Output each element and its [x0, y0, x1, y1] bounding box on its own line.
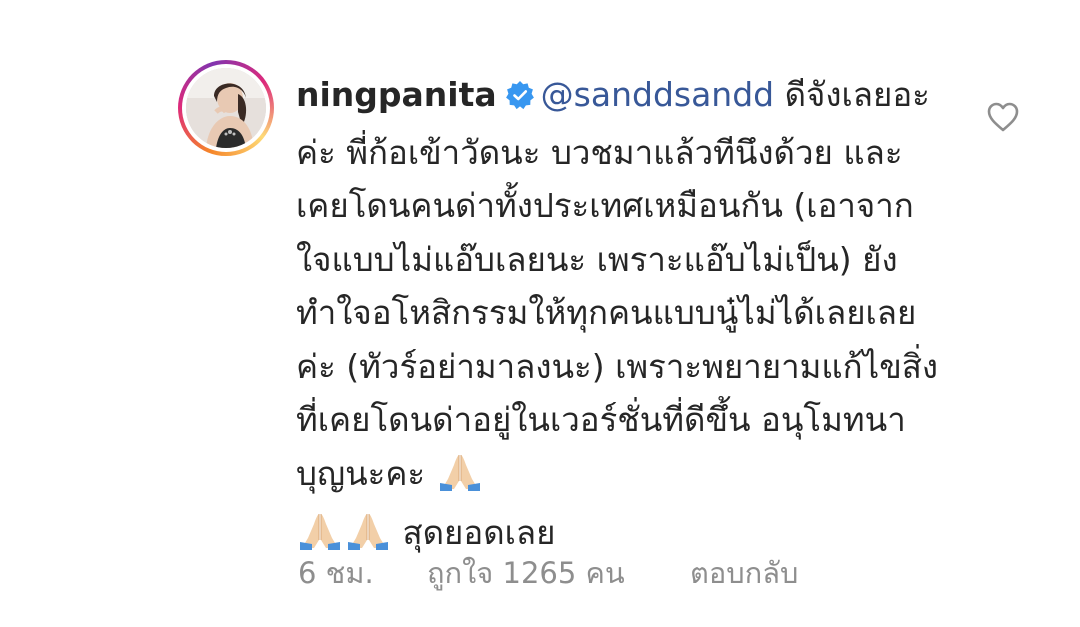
folded-hands-emoji [438, 451, 482, 507]
avatar-story-ring[interactable] [178, 60, 274, 156]
comment-body: ningpanita @sanddsandd ดีจังเลยอะค่ะ พี่ก… [296, 68, 946, 566]
comment-text-end: สุดยอดเลย [392, 513, 556, 552]
heart-outline-icon[interactable] [986, 101, 1020, 133]
avatar[interactable] [186, 68, 266, 148]
comment-username[interactable]: ningpanita [296, 75, 497, 114]
verified-badge-icon [505, 72, 535, 126]
mention-link[interactable]: @sanddsandd [541, 75, 774, 114]
comment-like-count[interactable]: ถูกใจ 1265 คน [427, 553, 625, 593]
reply-button[interactable]: ตอบกลับ [690, 553, 798, 593]
comment-text: ดีจังเลยอะค่ะ พี่ก้อเข้าวัดนะ บวชมาแล้วท… [296, 75, 939, 493]
comment: ningpanita @sanddsandd ดีจังเลยอะค่ะ พี่ก… [0, 0, 1080, 627]
comment-timestamp: 6 ชม. [298, 556, 374, 590]
